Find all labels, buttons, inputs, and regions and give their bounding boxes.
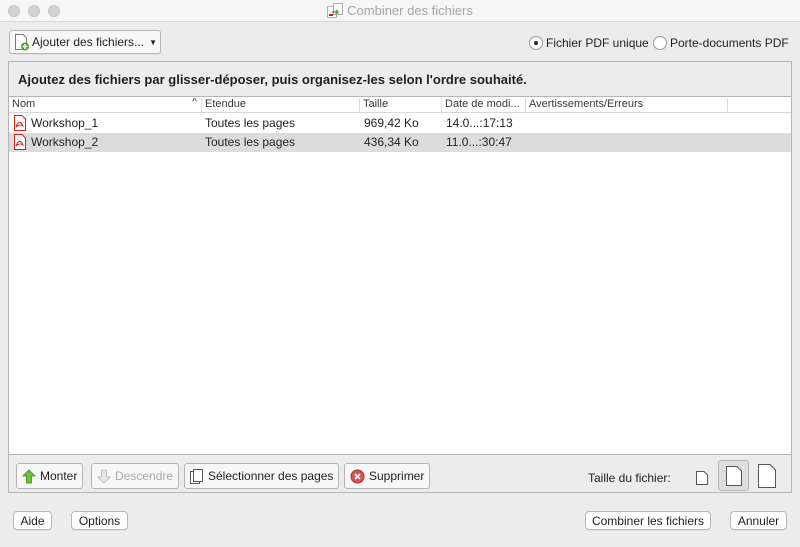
pages-icon xyxy=(190,468,204,484)
window-title: Combiner des fichiers xyxy=(0,3,800,21)
pdf-file-icon xyxy=(12,134,28,153)
column-header-warnings-label: Avertissements/Erreurs xyxy=(529,98,644,110)
large-page-icon[interactable] xyxy=(754,460,780,491)
pdf-file-icon xyxy=(12,115,28,134)
file-size-label: Taille du fichier: xyxy=(588,471,671,485)
table-header: Nom ^ Etendue Taille Date de modi... Ave… xyxy=(9,97,791,113)
column-header-warnings[interactable]: Avertissements/Erreurs xyxy=(526,98,728,112)
radio-single-pdf[interactable]: Fichier PDF unique xyxy=(529,36,649,50)
column-header-name-label: Nom xyxy=(12,98,36,110)
file-size: 436,34 Ko xyxy=(364,135,419,149)
radio-single-pdf-label: Fichier PDF unique xyxy=(546,36,649,50)
delete-label: Supprimer xyxy=(369,469,425,483)
combine-files-button[interactable]: Combiner les fichiers xyxy=(585,511,711,530)
file-date: 14.0...:17:13 xyxy=(446,116,513,130)
column-header-name[interactable]: Nom ^ xyxy=(9,98,202,112)
add-files-button[interactable]: Ajouter des fichiers... ▼ xyxy=(9,30,161,54)
column-header-date-label: Date de modi... xyxy=(445,98,520,110)
move-down-label: Descendre xyxy=(115,469,174,483)
options-button[interactable]: Options xyxy=(71,511,128,530)
radio-pdf-portfolio[interactable]: Porte-documents PDF xyxy=(653,36,789,50)
select-pages-button[interactable]: Sélectionner des pages xyxy=(184,463,339,489)
files-panel: Ajoutez des fichiers par glisser-déposer… xyxy=(8,61,792,493)
file-range: Toutes les pages xyxy=(205,135,296,149)
file-name: Workshop_1 xyxy=(31,116,99,130)
window-title-text: Combiner des fichiers xyxy=(347,3,473,18)
file-range: Toutes les pages xyxy=(205,116,296,130)
column-header-range[interactable]: Etendue xyxy=(202,98,360,112)
column-header-size-label: Taille xyxy=(363,98,389,110)
options-label: Options xyxy=(78,513,121,528)
sort-ascending-icon: ^ xyxy=(192,98,197,108)
move-down-button[interactable]: Descendre xyxy=(91,463,179,489)
combine-files-icon xyxy=(327,3,344,21)
delete-button[interactable]: Supprimer xyxy=(344,463,430,489)
table-row[interactable]: Workshop_1 Toutes les pages 969,42 Ko 14… xyxy=(9,114,791,133)
small-page-icon[interactable] xyxy=(692,464,712,492)
file-actions-bar: Monter Descendre Sélectionner des pages … xyxy=(9,454,791,492)
column-header-date[interactable]: Date de modi... xyxy=(442,98,526,112)
cancel-label: Annuler xyxy=(737,513,780,528)
file-size: 969,42 Ko xyxy=(364,116,419,130)
table-row[interactable]: Workshop_2 Toutes les pages 436,34 Ko 11… xyxy=(9,133,791,152)
file-name: Workshop_2 xyxy=(31,135,99,149)
radio-pdf-portfolio-label: Porte-documents PDF xyxy=(670,36,789,50)
move-up-label: Monter xyxy=(40,469,78,483)
select-pages-label: Sélectionner des pages xyxy=(208,469,334,483)
column-header-size[interactable]: Taille xyxy=(360,98,442,112)
dropdown-arrow-icon: ▼ xyxy=(149,37,157,47)
add-files-label: Ajouter des fichiers... xyxy=(32,35,145,49)
combine-files-label: Combiner les fichiers xyxy=(591,513,705,528)
radio-pdf-portfolio-indicator[interactable] xyxy=(653,36,667,50)
help-button[interactable]: Aide xyxy=(13,511,52,530)
help-label: Aide xyxy=(20,513,45,528)
arrow-down-icon xyxy=(97,469,111,484)
instruction-text: Ajoutez des fichiers par glisser-déposer… xyxy=(9,62,791,97)
column-header-range-label: Etendue xyxy=(205,98,246,110)
move-up-button[interactable]: Monter xyxy=(16,463,83,489)
cancel-button[interactable]: Annuler xyxy=(730,511,787,530)
add-file-icon xyxy=(14,33,30,51)
arrow-up-icon xyxy=(22,468,36,484)
radio-single-pdf-indicator[interactable] xyxy=(529,36,543,50)
title-bar: Combiner des fichiers xyxy=(0,0,800,22)
combine-files-dialog: Combiner des fichiers Ajouter des fichie… xyxy=(0,0,800,547)
medium-page-icon[interactable] xyxy=(718,460,749,491)
file-date: 11.0...:30:47 xyxy=(446,135,512,149)
delete-icon xyxy=(350,469,365,484)
